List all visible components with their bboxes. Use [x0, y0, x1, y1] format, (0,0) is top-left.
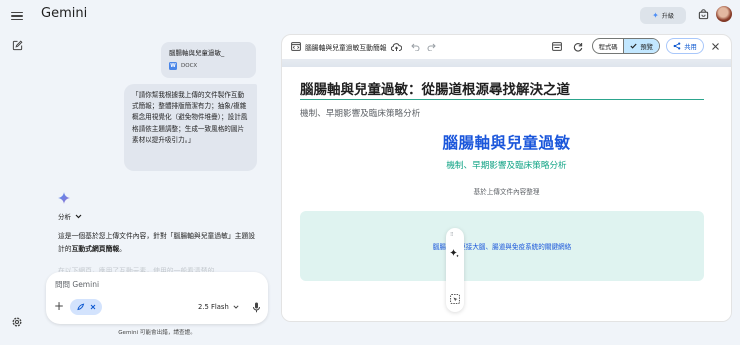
- tab-code[interactable]: 程式碼: [593, 39, 623, 53]
- file-name: 腦腸軸與兒童過敏_: [169, 49, 225, 57]
- prompt-composer: + 2.5 Flash: [46, 272, 268, 324]
- check-icon: [630, 43, 637, 49]
- assistant-reply: 這是一個基於您上傳文件內容，針對「腦腸軸與兒童過敏」主題設計的互動式網頁簡報。: [58, 230, 258, 255]
- gut-card-text: 腦腸軸：連接大腦、腸道與免疫系統的關鍵網絡: [432, 243, 572, 251]
- canvas-icon: [76, 303, 84, 311]
- shopping-bag-icon[interactable]: [698, 9, 709, 20]
- tab-preview[interactable]: 預覽: [623, 39, 659, 53]
- canvas-toolbar: 腦腸軸與兒童過敏互動簡報 程式碼 預覽 共用: [282, 35, 731, 59]
- close-icon[interactable]: [711, 42, 720, 51]
- gemini-spark-icon: [58, 192, 70, 204]
- code-window-icon: [291, 42, 301, 51]
- model-label: 2.5 Flash: [198, 303, 229, 311]
- hero-title: 腦腸軸與兒童過敏: [442, 134, 571, 152]
- share-label: 共用: [684, 43, 697, 51]
- view-toggle: 程式碼 預覽: [592, 38, 660, 54]
- hero-subtitle: 機制、早期影響及臨床策略分析: [446, 161, 567, 171]
- main-menu-button[interactable]: [10, 10, 24, 22]
- share-icon: [673, 42, 681, 50]
- chevron-down-icon: [233, 305, 239, 309]
- avatar[interactable]: [716, 6, 732, 22]
- new-chat-icon[interactable]: [12, 40, 23, 51]
- gut-brain-card[interactable]: 腦腸軸：連接大腦、腸道與免疫系統的關鍵網絡: [300, 211, 704, 281]
- uploaded-file-chip[interactable]: 腦腸軸與兒童過敏_ W DOCX: [161, 42, 256, 78]
- app-title: Gemini: [41, 6, 88, 21]
- hero-note: 基於上傳文件內容整理: [473, 188, 540, 196]
- select-element-icon[interactable]: [450, 294, 460, 304]
- upgrade-button[interactable]: ✦ 升級: [640, 7, 686, 24]
- model-selector[interactable]: 2.5 Flash: [198, 303, 239, 311]
- user-message: 「請你幫我根據我上傳的文件製作互動式簡報；整體排版簡潔有力；抽象/複雜概念用視覺…: [124, 84, 257, 171]
- preview-area: 腦腸軸與兒童過敏：從腸道根源尋找解決之道 機制、早期影響及臨床策略分析 腦腸軸與…: [282, 59, 731, 321]
- chevron-down-icon: [75, 214, 82, 218]
- canvas-doc-title: 腦腸軸與兒童過敏互動簡報: [305, 44, 387, 52]
- canvas-tool-chip[interactable]: [70, 299, 102, 315]
- analysis-toggle[interactable]: 分析: [58, 211, 82, 221]
- close-icon[interactable]: [90, 304, 96, 310]
- rendered-page: 腦腸軸與兒童過敏：從腸道根源尋找解決之道 機制、早期影響及臨床策略分析 腦腸軸與…: [282, 67, 731, 321]
- docx-icon: W: [169, 62, 177, 70]
- floating-edit-toolbar: ⠿: [446, 228, 464, 312]
- page-heading: 腦腸軸與兒童過敏：從腸道根源尋找解決之道: [300, 82, 570, 98]
- undo-icon[interactable]: [411, 43, 420, 51]
- cloud-export-icon[interactable]: [391, 42, 402, 52]
- upgrade-label: 升級: [661, 13, 674, 20]
- redo-icon[interactable]: [427, 43, 436, 51]
- sparkle-icon: ✦: [652, 11, 659, 20]
- canvas-panel: 腦腸軸與兒童過敏互動簡報 程式碼 預覽 共用 腦腸軸與兒童過敏：從腸道根源尋找解…: [281, 34, 732, 322]
- reply-suffix: 。: [119, 244, 126, 253]
- reply-bold: 互動式網頁簡報: [71, 244, 120, 253]
- add-attachment-button[interactable]: +: [53, 300, 65, 313]
- page-subheading: 機制、早期影響及臨床策略分析: [300, 109, 421, 119]
- share-button[interactable]: 共用: [666, 38, 704, 54]
- disclaimer: Gemini 可能會出錯，請查證。: [118, 330, 196, 336]
- file-type: DOCX: [181, 63, 198, 69]
- gear-icon[interactable]: [11, 316, 23, 328]
- analysis-label: 分析: [58, 213, 71, 221]
- microphone-icon[interactable]: [252, 302, 261, 313]
- drag-handle-icon[interactable]: ⠿: [450, 232, 454, 238]
- refresh-icon[interactable]: [573, 42, 583, 52]
- prompt-input[interactable]: [55, 280, 255, 289]
- console-icon[interactable]: [552, 42, 562, 51]
- ai-edit-sparkle-icon[interactable]: [449, 248, 460, 259]
- page-strip: [282, 59, 731, 67]
- tab-preview-label: 預覽: [640, 43, 653, 51]
- heading-divider: [300, 99, 704, 100]
